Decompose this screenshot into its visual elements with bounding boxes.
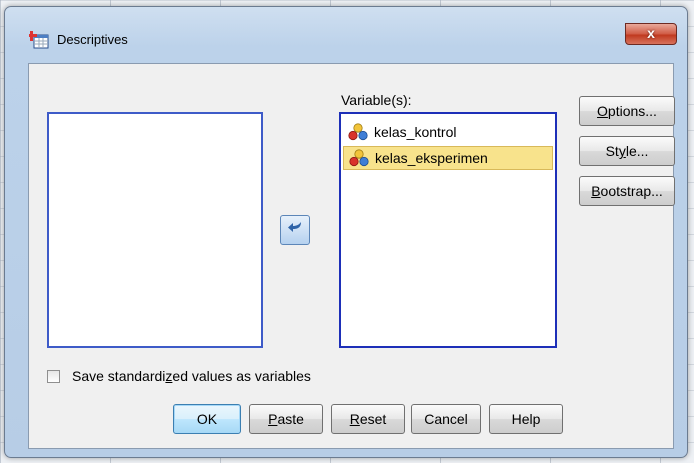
reset-label-mnemonic: R bbox=[349, 411, 360, 427]
save-standardized-option[interactable]: Save standardized values as variables bbox=[47, 368, 311, 384]
target-variable-list[interactable]: kelas_kontrol kelas_eksperimen bbox=[339, 112, 557, 348]
list-item-kelas-eksperimen[interactable]: kelas_eksperimen bbox=[343, 146, 553, 170]
cancel-label: Cancel bbox=[424, 411, 468, 427]
descriptives-dialog: Descriptives x Variable(s): kelas_kontro… bbox=[4, 6, 688, 458]
style-label-pre: St bbox=[605, 143, 619, 159]
window-title: Descriptives bbox=[57, 32, 128, 47]
bootstrap-button[interactable]: Bootstrap... bbox=[579, 176, 675, 206]
save-standardized-label: Save standardized values as variables bbox=[72, 368, 311, 384]
close-button[interactable]: x bbox=[625, 23, 677, 45]
move-variable-button[interactable] bbox=[280, 215, 310, 245]
dialog-client-area: Variable(s): kelas_kontrol kelas_eksperi… bbox=[28, 63, 675, 449]
scale-variable-icon bbox=[348, 149, 370, 167]
help-label: Help bbox=[511, 411, 541, 427]
variable-name: kelas_eksperimen bbox=[375, 150, 488, 166]
options-label-mnemonic: O bbox=[597, 103, 608, 119]
ok-button[interactable]: OK bbox=[173, 404, 241, 434]
paste-label-mnemonic: P bbox=[268, 411, 278, 427]
variable-name: kelas_kontrol bbox=[374, 124, 457, 140]
variables-label: Variable(s): bbox=[341, 92, 412, 108]
help-button[interactable]: Help bbox=[489, 404, 563, 434]
list-item-kelas-kontrol[interactable]: kelas_kontrol bbox=[343, 120, 553, 144]
title-bar[interactable]: Descriptives x bbox=[5, 7, 687, 59]
reset-button[interactable]: Reset bbox=[331, 404, 405, 434]
reset-label-post: eset bbox=[359, 411, 387, 427]
ok-label: OK bbox=[196, 411, 218, 427]
bootstrap-label-post: ootstrap... bbox=[600, 183, 663, 199]
scale-variable-icon bbox=[347, 123, 369, 141]
cancel-button[interactable]: Cancel bbox=[411, 404, 481, 434]
descriptives-app-icon bbox=[29, 29, 49, 49]
variables-label-text: Variable(s): bbox=[341, 92, 412, 108]
style-button[interactable]: St y le... bbox=[579, 136, 675, 166]
paste-label-post: aste bbox=[277, 411, 304, 427]
style-label-mnemonic: y bbox=[618, 143, 626, 159]
arrow-left-icon bbox=[287, 221, 303, 240]
options-label-post: ptions... bbox=[607, 103, 657, 119]
paste-button[interactable]: Paste bbox=[249, 404, 323, 434]
save-standardized-checkbox[interactable] bbox=[47, 369, 60, 383]
source-variable-list[interactable] bbox=[47, 112, 263, 348]
options-button[interactable]: Options... bbox=[579, 96, 675, 126]
bootstrap-label-mnemonic: B bbox=[591, 183, 601, 199]
style-label-post: le... bbox=[625, 143, 649, 159]
